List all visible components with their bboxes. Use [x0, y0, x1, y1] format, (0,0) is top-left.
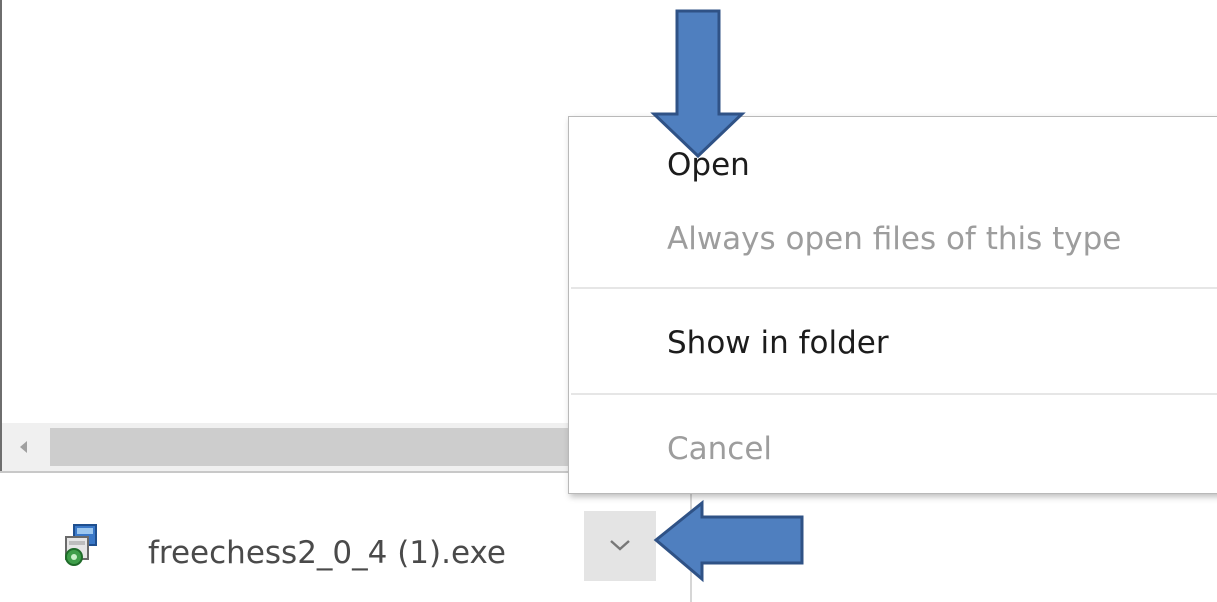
menu-item-show-in-folder[interactable]: Show in folder [569, 313, 1217, 373]
menu-item-always-open[interactable]: Always open files of this type [569, 209, 1217, 269]
download-file-name[interactable]: freechess2_0_4 (1).exe [148, 535, 506, 571]
horizontal-scrollbar[interactable] [2, 423, 582, 471]
installer-file-icon [60, 523, 100, 567]
menu-separator [571, 393, 1217, 395]
arrow-left-icon [653, 499, 804, 583]
menu-item-cancel[interactable]: Cancel [569, 419, 1217, 479]
chevron-down-icon [610, 540, 630, 551]
window-left-border [0, 0, 2, 472]
menu-separator [571, 287, 1217, 289]
download-context-menu: Open Always open files of this type Show… [568, 116, 1217, 494]
download-options-button[interactable] [584, 511, 656, 581]
scrollbar-thumb[interactable] [50, 428, 582, 466]
arrow-down-icon [650, 9, 746, 159]
browser-window: freechess2_0_4 (1).exe Open Always open … [0, 0, 1217, 602]
scroll-left-arrow-icon[interactable] [20, 441, 27, 453]
